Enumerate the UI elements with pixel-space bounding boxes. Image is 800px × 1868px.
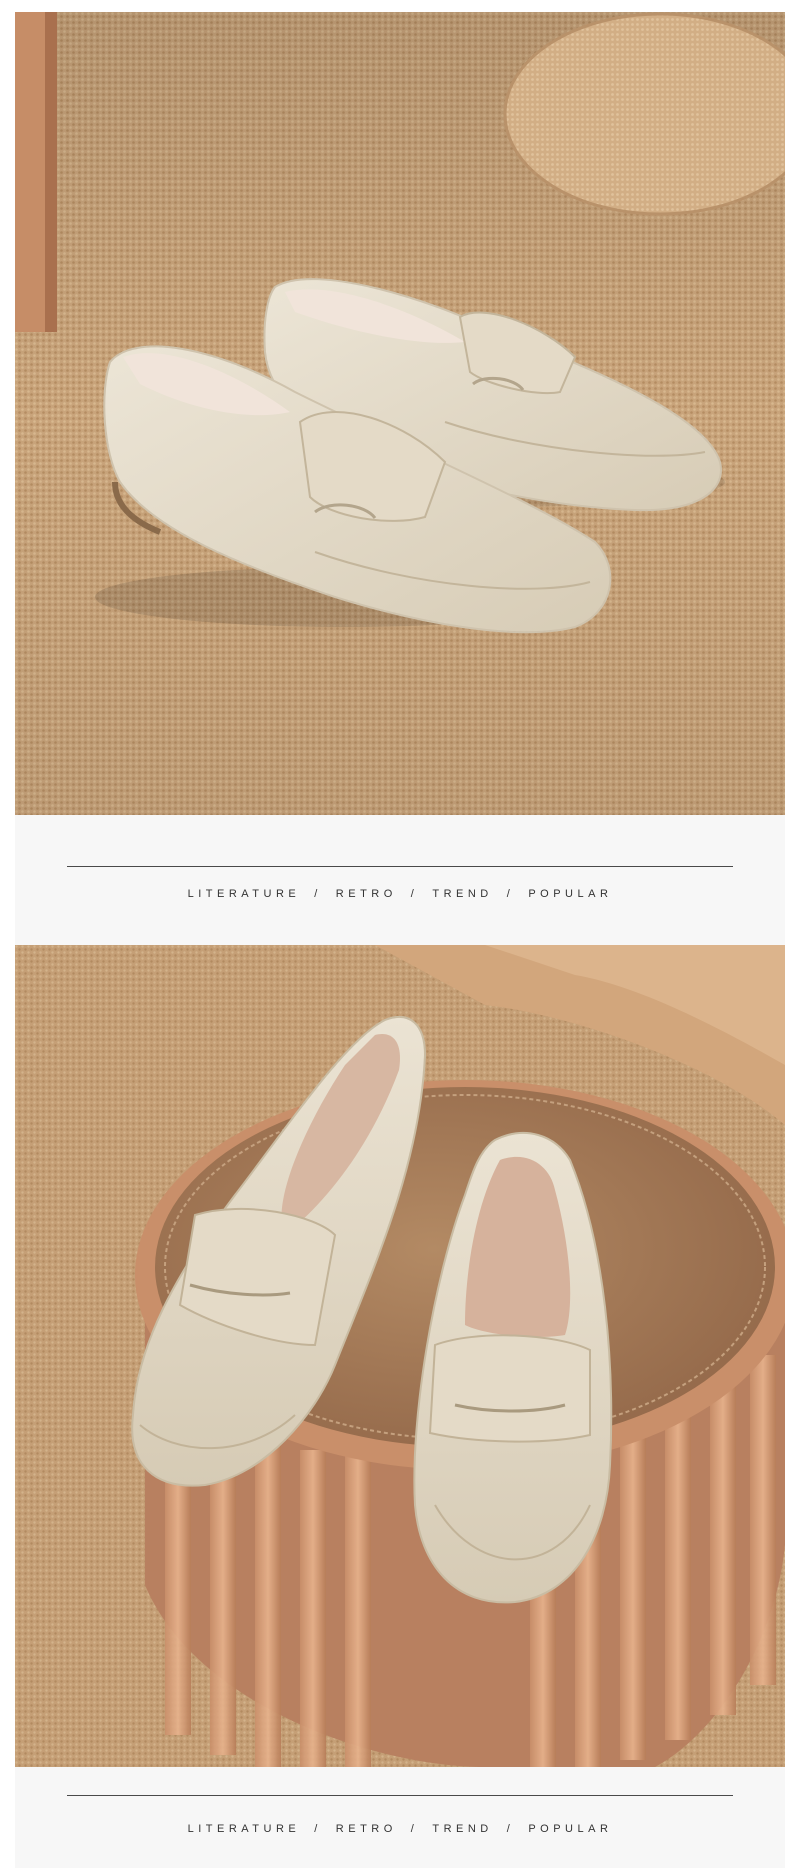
tagline-separator: / [314,1823,322,1835]
tagline-separator: / [506,1823,515,1835]
tagline-separator: / [506,888,515,900]
tagline-word: RETRO [335,1823,397,1835]
tagline-word: POPULAR [528,1823,613,1835]
loafers-on-stool-image [15,945,785,1767]
loafers-on-carpet-image [15,12,785,815]
tagline-word: LITERATURE [187,888,301,900]
tagline: LITERATURE / RETRO / TREND / POPULAR [15,1823,785,1835]
tagline-separator: / [410,888,419,900]
tagline-word: LITERATURE [187,1823,301,1835]
divider-rule [67,866,733,867]
tagline-word: TREND [432,888,493,900]
tagline-word: POPULAR [528,888,613,900]
tagline-separator: / [410,1823,419,1835]
tagline: LITERATURE / RETRO / TREND / POPULAR [15,888,785,900]
tagline-band-2: LITERATURE / RETRO / TREND / POPULAR [15,1767,785,1868]
product-photo-carpet [15,12,785,815]
tagline-word: RETRO [335,888,397,900]
tagline-band-1: LITERATURE / RETRO / TREND / POPULAR [15,815,785,945]
tagline-separator: / [314,888,322,900]
tagline-word: TREND [432,1823,493,1835]
product-photo-stool [15,945,785,1767]
divider-rule [67,1795,733,1796]
